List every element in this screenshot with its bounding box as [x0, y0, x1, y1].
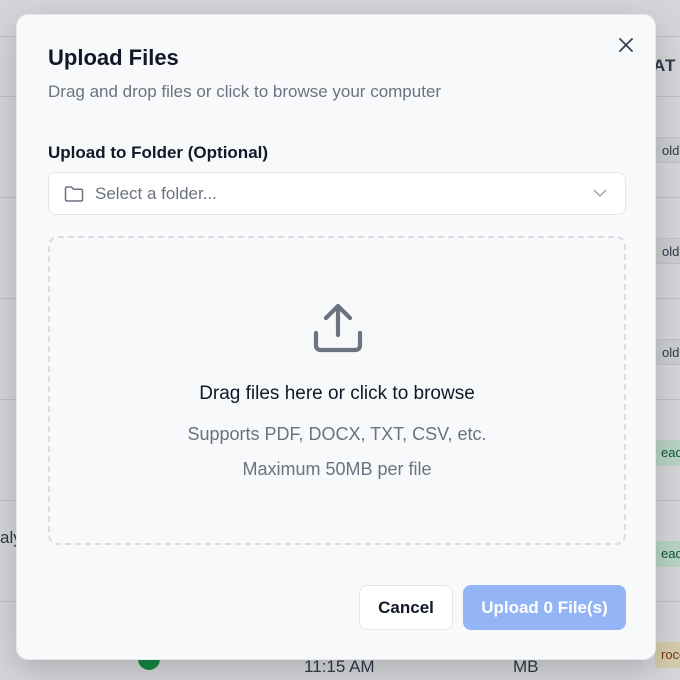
modal-subtitle: Drag and drop files or click to browse y… [48, 82, 442, 101]
modal-title: Upload Files [48, 45, 179, 70]
cancel-button[interactable]: Cancel [359, 585, 453, 630]
folder-select[interactable]: Select a folder... [48, 172, 626, 215]
chevron-down-icon [593, 189, 607, 197]
dropzone-supported-formats: Supports PDF, DOCX, TXT, CSV, etc. [187, 424, 487, 444]
folder-select-label: Upload to Folder (Optional) [48, 143, 269, 162]
folder-icon [64, 185, 84, 202]
upload-button[interactable]: Upload 0 File(s) [463, 585, 626, 630]
close-button[interactable] [615, 34, 637, 56]
upload-files-modal: Upload Files Drag and drop files or clic… [16, 14, 656, 660]
folder-select-placeholder: Select a folder... [95, 183, 217, 203]
dropzone-max-size: Maximum 50MB per file [242, 459, 432, 479]
upload-icon [313, 303, 363, 353]
file-dropzone[interactable]: Drag files here or click to browse Suppo… [48, 236, 626, 545]
close-icon [619, 38, 633, 52]
dropzone-instruction: Drag files here or click to browse [199, 383, 475, 404]
